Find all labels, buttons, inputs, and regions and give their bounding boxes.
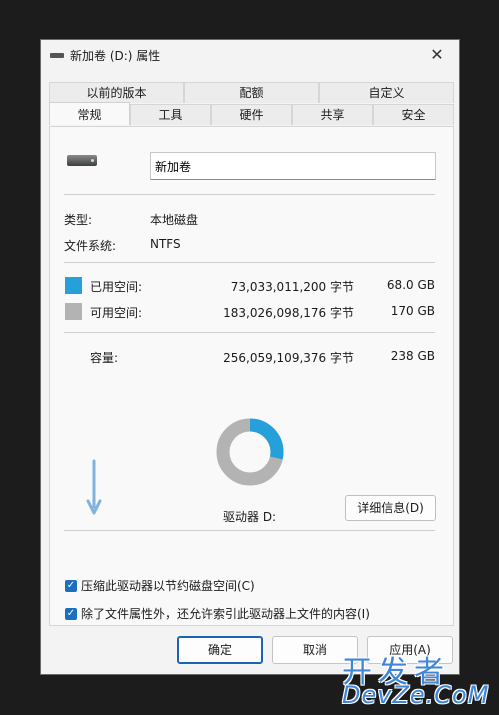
index-checkbox[interactable]: ✓ [65, 607, 77, 620]
tab-sharing[interactable]: 共享 [292, 104, 373, 125]
properties-dialog: 新加卷 (D:) 属性 ✕ 以前的版本 配额 自定义 常规 工具 硬件 共享 安… [40, 39, 460, 675]
drive-icon [67, 155, 97, 166]
type-value: 本地磁盘 [150, 213, 199, 227]
tab-security[interactable]: 安全 [373, 104, 454, 125]
divider [64, 194, 435, 195]
capacity-size: 238 GB [390, 349, 435, 363]
drive-title-icon [50, 53, 64, 58]
watermark-line2: DevZe.CoM [342, 681, 490, 709]
volume-name-input[interactable] [150, 152, 436, 180]
divider [64, 332, 435, 333]
close-button[interactable]: ✕ [421, 42, 453, 68]
usage-donut-chart [216, 418, 284, 486]
drive-letter-label: 驱动器 D: [223, 510, 277, 524]
watermark-logo: 开发者 DevZe.CoM [342, 647, 492, 713]
used-space-size: 68.0 GB [386, 278, 435, 292]
down-arrow-annotation-icon [86, 459, 102, 515]
used-space-swatch [65, 277, 82, 294]
tab-tools[interactable]: 工具 [130, 104, 211, 125]
tab-general[interactable]: 常规 [49, 102, 130, 125]
tab-row-back: 以前的版本 配额 自定义 [49, 82, 454, 103]
free-space-swatch [65, 303, 82, 320]
divider [64, 262, 435, 263]
index-checkbox-label: 除了文件属性外，还允许索引此驱动器上文件的内容(I) [81, 607, 370, 621]
capacity-label: 容量: [90, 351, 119, 365]
window-title: 新加卷 (D:) 属性 [70, 49, 161, 63]
ok-button[interactable]: 确定 [177, 636, 263, 664]
index-checkbox-row[interactable]: ✓ 除了文件属性外，还允许索引此驱动器上文件的内容(I) [65, 605, 370, 622]
used-space-bytes: 73,033,011,200 字节 [230, 280, 354, 294]
title-bar[interactable]: 新加卷 (D:) 属性 ✕ [41, 40, 459, 70]
free-space-label: 可用空间: [90, 306, 143, 320]
type-label: 类型: [64, 213, 93, 227]
used-space-label: 已用空间: [90, 280, 143, 294]
capacity-bytes: 256,059,109,376 字节 [223, 351, 354, 365]
tab-quota[interactable]: 配额 [184, 82, 319, 103]
compress-checkbox-label: 压缩此驱动器以节约磁盘空间(C) [81, 579, 255, 593]
free-space-bytes: 183,026,098,176 字节 [223, 306, 354, 320]
free-space-size: 170 GB [390, 304, 435, 318]
filesystem-label: 文件系统: [64, 239, 117, 253]
divider [64, 530, 435, 531]
compress-checkbox[interactable]: ✓ [65, 579, 77, 592]
compress-checkbox-row[interactable]: ✓ 压缩此驱动器以节约磁盘空间(C) [65, 577, 255, 594]
tab-previous-versions[interactable]: 以前的版本 [49, 82, 184, 103]
details-button[interactable]: 详细信息(D) [345, 495, 436, 521]
general-panel: 类型: 本地磁盘 文件系统: NTFS 已用空间: 73,033,011,200… [49, 126, 454, 626]
tab-row-front: 常规 工具 硬件 共享 安全 [49, 102, 454, 125]
tab-customize[interactable]: 自定义 [319, 82, 454, 103]
filesystem-value: NTFS [150, 237, 181, 251]
tab-hardware[interactable]: 硬件 [211, 104, 292, 125]
